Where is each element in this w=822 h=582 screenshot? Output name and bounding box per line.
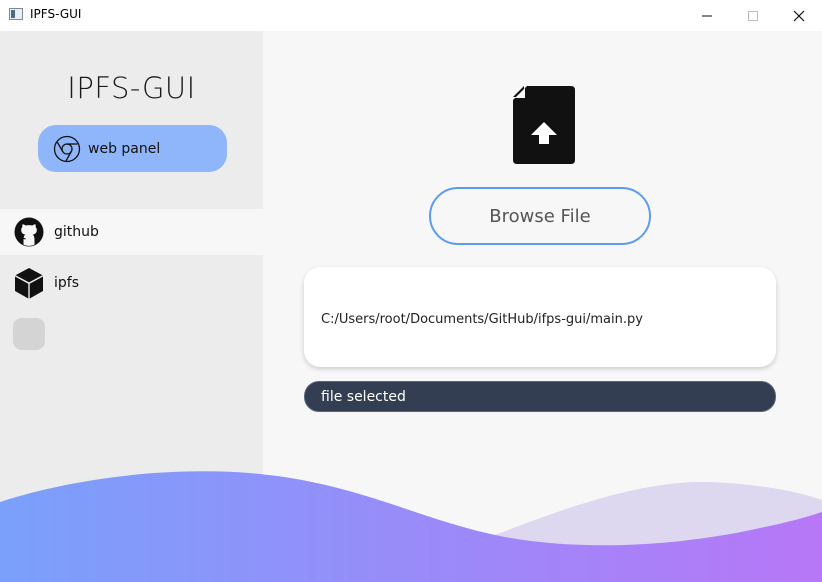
title-bar[interactable]: IPFS-GUI bbox=[0, 0, 822, 31]
sidebar-item-label: ipfs bbox=[54, 275, 79, 291]
app-window: IPFS-GUI IPFS-GUI web panel github ipfs … bbox=[0, 0, 822, 582]
selected-file-path: C:/Users/root/Documents/GitHub/ifps-gui/… bbox=[321, 312, 643, 327]
cube-icon bbox=[13, 267, 45, 299]
minimize-button[interactable] bbox=[684, 0, 730, 31]
sidebar-item-label: github bbox=[54, 224, 99, 240]
web-panel-button[interactable]: web panel bbox=[38, 125, 227, 172]
status-bar: file selected bbox=[304, 381, 776, 412]
window-title: IPFS-GUI bbox=[30, 7, 82, 21]
chrome-icon bbox=[53, 135, 81, 162]
web-panel-label: web panel bbox=[88, 140, 161, 157]
decorative-wave bbox=[0, 471, 822, 582]
browse-file-button[interactable]: Browse File bbox=[429, 187, 651, 245]
github-icon bbox=[13, 216, 45, 248]
minimize-icon bbox=[702, 15, 712, 16]
maximize-icon bbox=[748, 10, 758, 21]
selected-path-card: C:/Users/root/Documents/GitHub/ifps-gui/… bbox=[304, 267, 776, 367]
close-button[interactable] bbox=[776, 0, 822, 31]
sidebar-item-placeholder[interactable] bbox=[13, 318, 45, 350]
status-text: file selected bbox=[321, 389, 406, 405]
maximize-button[interactable] bbox=[730, 0, 776, 31]
sidebar-item-ipfs[interactable]: ipfs bbox=[0, 260, 263, 306]
file-upload-icon[interactable] bbox=[513, 86, 575, 164]
sidebar-item-github[interactable]: github bbox=[0, 209, 263, 255]
brand-title: IPFS-GUI bbox=[67, 71, 196, 105]
app-icon bbox=[9, 8, 23, 20]
close-icon bbox=[793, 10, 805, 21]
